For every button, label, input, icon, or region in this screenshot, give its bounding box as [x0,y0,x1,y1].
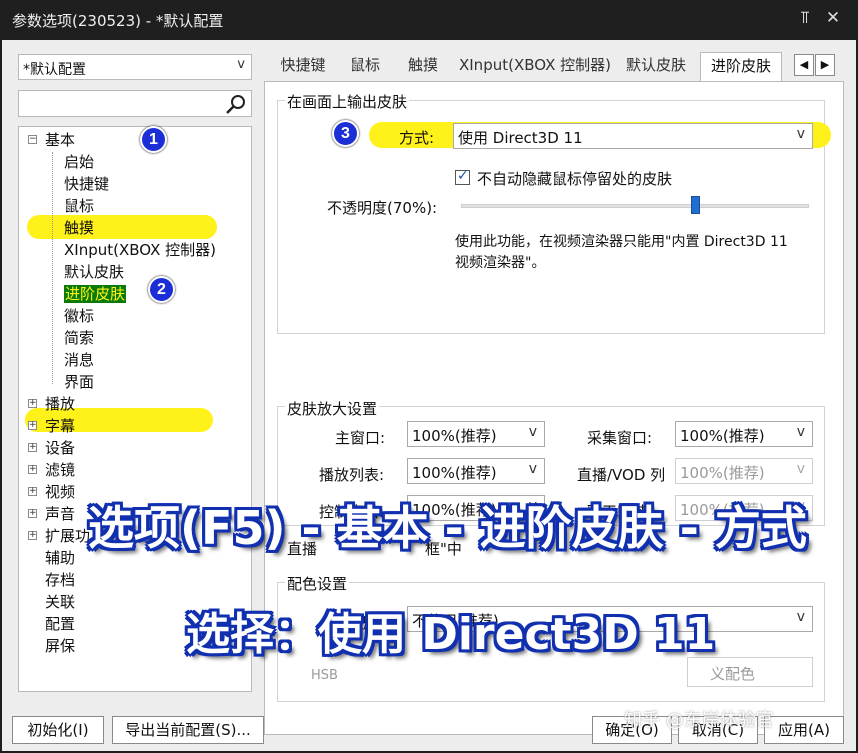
tree-item-filters[interactable]: 滤镜 [45,459,75,481]
highlight-marker-basic [27,215,217,239]
tutorial-caption-line2: 选择：使用 Direct3D 11 [186,609,716,660]
playlist-zoom-dropdown[interactable]: 100%(推荐) v [407,458,545,484]
tree-item-config[interactable]: 配置 [45,613,75,635]
expand-icon[interactable]: + [28,487,37,496]
expand-icon[interactable]: + [28,399,37,408]
tab-hotkeys[interactable]: 快捷键 [270,52,336,80]
custom-color-label: 义配色 [710,665,756,683]
skin-zoom-group-title: 皮肤放大设置 [285,398,380,419]
chevron-down-icon: v [237,57,245,72]
expand-icon[interactable]: + [28,531,37,540]
tree-item-advanced-skin-label: 进阶皮肤 [64,285,127,303]
profile-dropdown-value: *默认配置 [23,62,86,78]
expand-icon[interactable]: + [28,509,37,518]
tab-scroll-right-icon[interactable]: ▶ [815,54,835,76]
search-input[interactable] [18,90,252,117]
opacity-slider-thumb[interactable] [690,196,700,214]
chevron-down-icon: v [528,461,537,477]
live-vod-list-label: 直播/VOD 列 [577,466,666,484]
chevron-down-icon: v [796,126,805,142]
tree-item-devices[interactable]: 设备 [45,437,75,459]
opacity-slider[interactable] [461,204,809,208]
tree-guide-line [52,152,53,384]
main-window-label: 主窗口: [335,429,386,447]
mode-label: 方式: [399,129,435,147]
step-badge-1: 1 [140,126,167,153]
tab-mouse[interactable]: 鼠标 [340,52,390,80]
window-title: 参数选项(230523) - *默认配置 [12,12,224,30]
tree-item-index[interactable]: 简索 [64,327,94,349]
hsb-label: HSB [311,668,338,683]
expand-icon[interactable]: + [28,443,37,452]
collapse-icon[interactable]: − [28,135,37,144]
color-scheme-group-title: 配色设置 [285,573,350,594]
tree-item-hotkeys[interactable]: 快捷键 [64,173,109,195]
tree-item-startup[interactable]: 启始 [64,151,94,173]
tree-item-assist[interactable]: 辅助 [45,547,75,569]
chevron-down-icon: v [796,609,805,625]
tree-item-default-skin[interactable]: 默认皮肤 [64,261,124,283]
tab-touch[interactable]: 触摸 [398,52,448,80]
tree-item-basic[interactable]: 基本 [45,129,75,151]
tree-item-mouse[interactable]: 鼠标 [64,195,94,217]
tab-scroll-left-icon[interactable]: ◀ [794,54,814,76]
export-config-button[interactable]: 导出当前配置(S)... [112,716,264,744]
close-icon[interactable]: ✕ [822,8,844,28]
search-icon[interactable] [225,93,247,115]
tab-xinput[interactable]: XInput(XBOX 控制器) [456,52,614,80]
watermark: 知乎 @东岸体验官 [624,710,774,731]
tree-item-screensaver[interactable]: 屏保 [45,635,75,657]
tree-item-extensions[interactable]: 扩展功 [45,525,90,547]
chevron-down-icon: v [528,424,537,440]
profile-dropdown[interactable]: *默认配置 v [18,54,252,80]
main-window-zoom-dropdown[interactable]: 100%(推荐) v [407,421,545,447]
expand-icon[interactable]: + [28,465,37,474]
tree-item-video[interactable]: 视频 [45,481,75,503]
keep-skin-visible-label: 不自动隐藏鼠标停留处的皮肤 [477,170,673,188]
main-window-zoom-value: 100%(推荐) [412,427,497,445]
tab-advanced-skin[interactable]: 进阶皮肤 [700,52,782,82]
tree-item-playback[interactable]: 播放 [45,393,75,415]
playlist-zoom-value: 100%(推荐) [412,464,497,482]
opacity-label: 不透明度(70%): [327,199,438,217]
tree-item-messages[interactable]: 消息 [64,349,94,371]
tutorial-caption-line1: 选项(F5) - 基本 - 进阶皮肤 - 方式 [88,501,807,555]
tree-item-interface[interactable]: 界面 [64,371,94,393]
tree-item-association[interactable]: 关联 [45,591,75,613]
step-badge-3: 3 [332,120,359,147]
info-note-line2: 视频渲染器"。 [455,255,546,271]
tree-item-xinput[interactable]: XInput(XBOX 控制器) [64,239,216,261]
capture-window-zoom-dropdown[interactable]: 100%(推荐) v [675,421,813,447]
title-bar: 参数选项(230523) - *默认配置 ⫪ ✕ [0,0,858,40]
expand-icon[interactable]: + [28,421,37,430]
reset-button[interactable]: 初始化(I) [12,716,104,744]
capture-window-label: 采集窗口: [587,429,653,447]
step-badge-2: 2 [148,276,175,303]
chevron-down-icon: v [796,461,805,477]
tree-item-subtitles[interactable]: 字幕 [45,415,75,437]
capture-window-zoom-value: 100%(推荐) [680,427,765,445]
playlist-label: 播放列表: [319,466,385,484]
apply-button[interactable]: 应用(A) [764,716,844,744]
tree-item-advanced-skin[interactable]: 进阶皮肤 [64,283,127,305]
tree-item-touch[interactable]: 触摸 [64,217,94,239]
pin-icon[interactable]: ⫪ [794,8,816,28]
live-vod-zoom-dropdown: 100%(推荐) v [675,458,813,484]
chevron-down-icon: v [796,424,805,440]
keep-skin-visible-checkbox[interactable] [455,168,470,185]
info-note-line1: 使用此功能，在视频渲染器只能用"内置 Direct3D 11 [455,234,788,250]
mode-dropdown-value: 使用 Direct3D 11 [458,129,583,147]
tree-item-logo[interactable]: 徽标 [64,305,94,327]
mode-dropdown[interactable]: 使用 Direct3D 11 v [453,123,813,149]
tab-default-skin[interactable]: 默认皮肤 [620,52,692,80]
output-skin-group-title: 在画面上输出皮肤 [285,91,410,112]
tree-item-audio[interactable]: 声音 [45,503,75,525]
tab-bar: 快捷键 鼠标 触摸 XInput(XBOX 控制器) 默认皮肤 进阶皮肤 [264,52,844,82]
live-vod-zoom-value: 100%(推荐) [680,464,765,482]
tree-item-archive[interactable]: 存档 [45,569,75,591]
